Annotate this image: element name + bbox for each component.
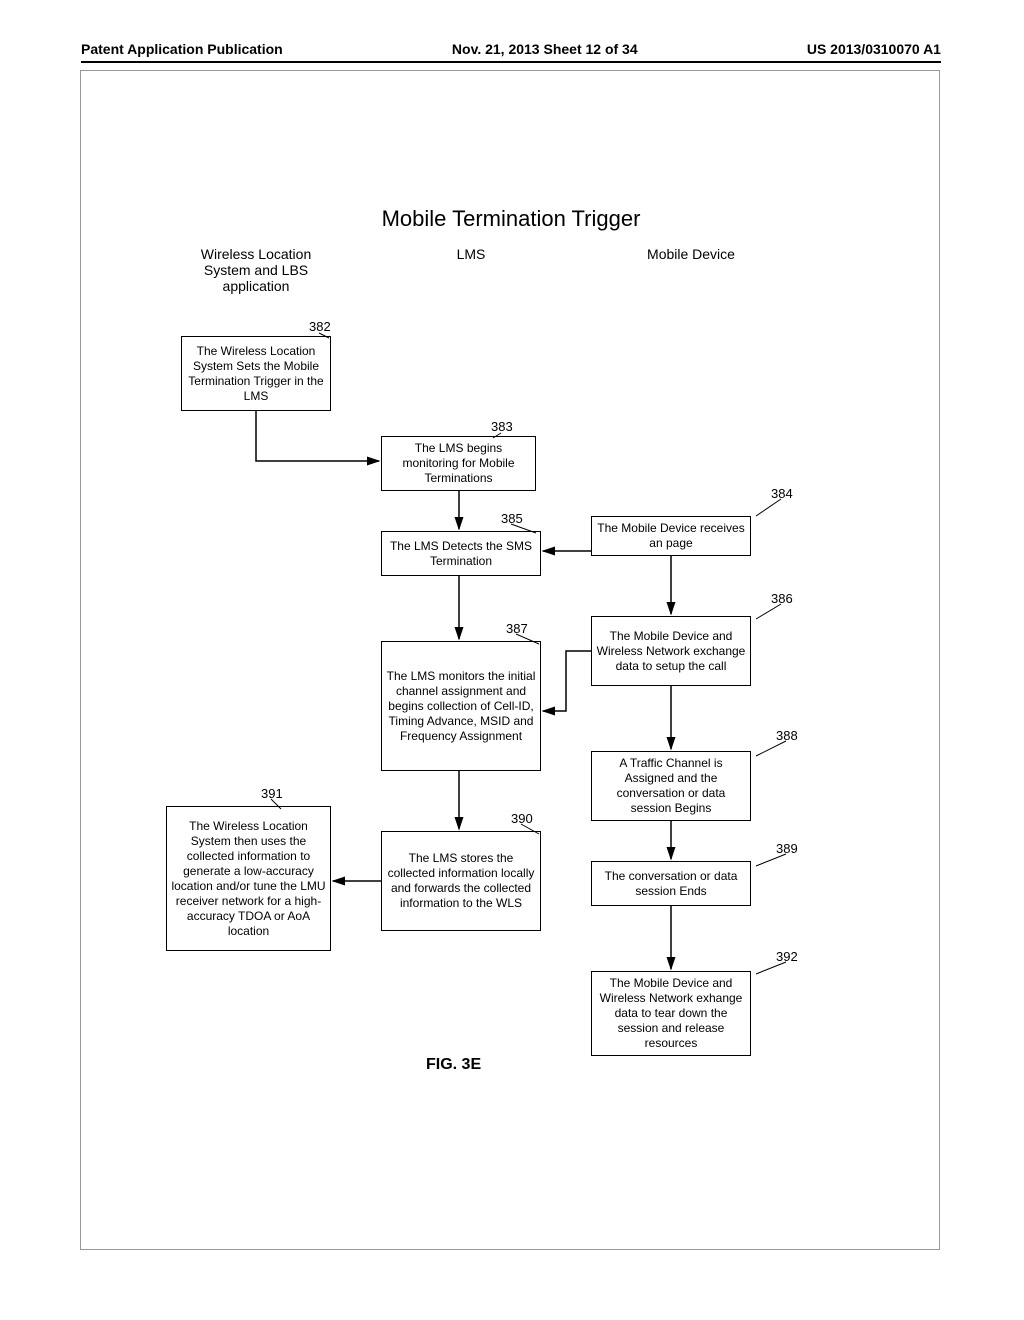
ref-389: 389 <box>776 841 798 856</box>
ref-384: 384 <box>771 486 793 501</box>
diagram-title: Mobile Termination Trigger <box>81 206 941 232</box>
col-header-lms: LMS <box>431 246 511 262</box>
ref-385: 385 <box>501 511 523 526</box>
header-left: Patent Application Publication <box>81 41 283 57</box>
box-388: A Traffic Channel is Assigned and the co… <box>591 751 751 821</box>
ref-382: 382 <box>309 319 331 334</box>
box-385: The LMS Detects the SMS Termination <box>381 531 541 576</box>
col-header-wls: Wireless LocationSystem and LBSapplicati… <box>171 246 341 294</box>
ref-391: 391 <box>261 786 283 801</box>
ref-386: 386 <box>771 591 793 606</box>
box-384: The Mobile Device receives an page <box>591 516 751 556</box>
page-header: Patent Application Publication Nov. 21, … <box>81 41 941 57</box>
ref-388: 388 <box>776 728 798 743</box>
header-rule <box>81 61 941 63</box>
figure-label: FIG. 3E <box>426 1056 481 1074</box>
box-391: The Wireless Location System then uses t… <box>166 806 331 951</box>
ref-390: 390 <box>511 811 533 826</box>
box-383: The LMS begins monitoring for Mobile Ter… <box>381 436 536 491</box>
box-386: The Mobile Device and Wireless Network e… <box>591 616 751 686</box>
header-center: Nov. 21, 2013 Sheet 12 of 34 <box>452 41 638 57</box>
ref-387: 387 <box>506 621 528 636</box>
header-right: US 2013/0310070 A1 <box>807 41 941 57</box>
box-389: The conversation or data session Ends <box>591 861 751 906</box>
box-382: The Wireless Location System Sets the Mo… <box>181 336 331 411</box>
col-header-mobile: Mobile Device <box>621 246 761 262</box>
page-frame: Patent Application Publication Nov. 21, … <box>80 70 940 1250</box>
box-390: The LMS stores the collected information… <box>381 831 541 931</box>
box-392: The Mobile Device and Wireless Network e… <box>591 971 751 1056</box>
box-387: The LMS monitors the initial channel ass… <box>381 641 541 771</box>
ref-392: 392 <box>776 949 798 964</box>
ref-383: 383 <box>491 419 513 434</box>
